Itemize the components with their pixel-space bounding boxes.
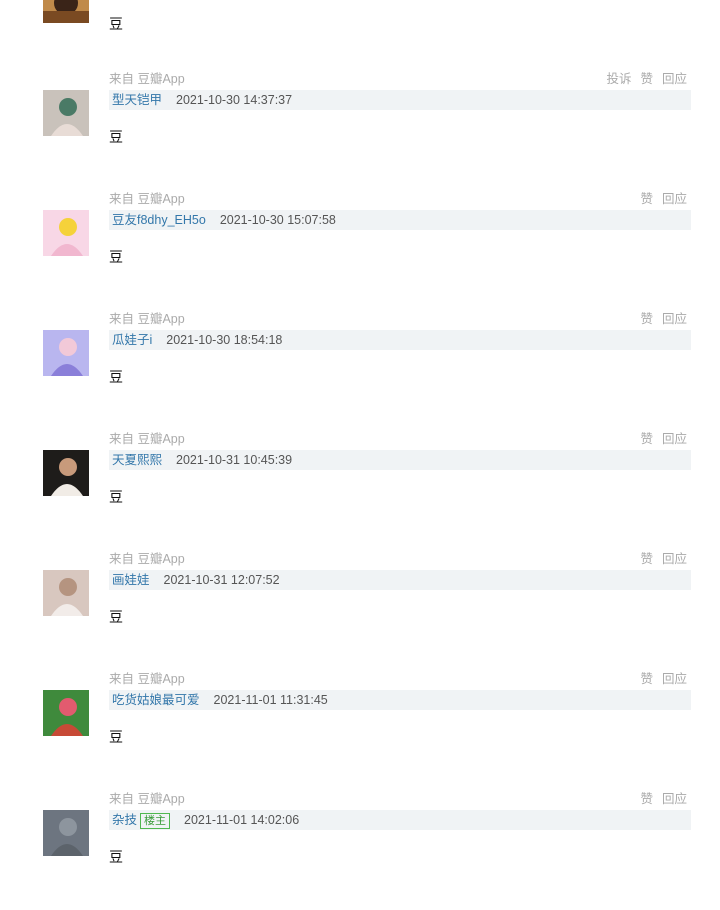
reply-button[interactable]: 回应 <box>662 72 687 86</box>
comment-item: 来自 豆瓣App 赞回应瓜娃子i 2021-10-30 18:54:18 豆 <box>0 310 720 430</box>
reply-button[interactable]: 回应 <box>662 312 687 326</box>
like-button[interactable]: 赞 <box>640 672 653 686</box>
like-button[interactable]: 赞 <box>640 192 653 206</box>
comment-meta: 天夏熙熙 2021-10-31 10:45:39 <box>109 450 691 470</box>
avatar[interactable] <box>43 450 89 496</box>
comment-content: 豆 <box>109 369 123 385</box>
comment-timestamp: 2021-10-31 10:45:39 <box>176 453 293 467</box>
op-badge: 楼主 <box>140 812 171 829</box>
comment-content: 豆 <box>109 729 123 745</box>
comment-source: 来自 豆瓣App <box>109 792 185 806</box>
comment-source: 来自 豆瓣App <box>109 72 185 86</box>
username-link[interactable]: 瓜娃子i <box>112 333 152 347</box>
avatar[interactable] <box>43 570 89 616</box>
comment-content: 豆 <box>109 849 123 865</box>
comment-timestamp: 2021-11-01 11:31:45 <box>213 693 328 707</box>
reply-button[interactable]: 回应 <box>662 792 687 806</box>
comment-content: 豆 <box>109 249 123 265</box>
reply-button[interactable]: 回应 <box>662 552 687 566</box>
report-button[interactable]: 投诉 <box>606 72 631 86</box>
like-button[interactable]: 赞 <box>640 72 653 86</box>
username-link[interactable]: 天夏熙熙 <box>112 453 162 467</box>
comment-source: 来自 豆瓣App <box>109 312 185 326</box>
comment-timestamp: 2021-10-31 12:07:52 <box>163 573 280 587</box>
comment-actions: 赞回应 <box>631 430 687 448</box>
username-link[interactable]: 豆友f8dhy_EH5o <box>112 213 206 227</box>
comment-item: 来自 豆瓣App 赞回应吃货姑娘最可爱 2021-11-01 11:31:45 豆 <box>0 670 720 790</box>
avatar[interactable] <box>43 0 89 23</box>
comment-content: 豆 <box>109 489 123 505</box>
avatar[interactable] <box>43 690 89 736</box>
reply-button[interactable]: 回应 <box>662 432 687 446</box>
comment-content: 豆 <box>109 129 123 145</box>
comment-meta: 吃货姑娘最可爱 2021-11-01 11:31:45 <box>109 690 691 710</box>
comment-source: 来自 豆瓣App <box>109 552 185 566</box>
comment-item: 来自 豆瓣App 赞回应豆友f8dhy_EH5o 2021-10-30 15:07:… <box>0 190 720 310</box>
username-link[interactable]: 吃货姑娘最可爱 <box>112 693 200 707</box>
comment-meta: 型天铠甲 2021-10-30 14:37:37 <box>109 90 691 110</box>
reply-button[interactable]: 回应 <box>662 672 687 686</box>
comment-item: 来自 豆瓣App 赞回应画娃娃 2021-10-31 12:07:52 豆 <box>0 550 720 670</box>
comment-item: 来自 豆瓣App 投诉赞回应型天铠甲 2021-10-30 14:37:37 豆 <box>0 70 720 190</box>
comment-content: 豆 <box>109 609 123 625</box>
username-link[interactable]: 型天铠甲 <box>112 93 162 107</box>
comment-actions: 赞回应 <box>631 550 687 568</box>
avatar[interactable] <box>43 90 89 136</box>
avatar[interactable] <box>43 330 89 376</box>
comment-source: 来自 豆瓣App <box>109 192 185 206</box>
comment-timestamp: 2021-11-01 14:02:06 <box>184 813 300 827</box>
comment-source: 来自 豆瓣App <box>109 672 185 686</box>
like-button[interactable]: 赞 <box>640 432 653 446</box>
comment-actions: 赞回应 <box>631 670 687 688</box>
like-button[interactable]: 赞 <box>640 312 653 326</box>
username-link[interactable]: 杂技 <box>112 813 137 827</box>
comment-actions: 赞回应 <box>631 190 687 208</box>
comment-meta: 豆友f8dhy_EH5o 2021-10-30 15:07:58 <box>109 210 691 230</box>
comment-content: 豆 <box>109 16 123 32</box>
like-button[interactable]: 赞 <box>640 792 653 806</box>
comment-actions: 赞回应 <box>631 790 687 808</box>
comment-source: 来自 豆瓣App <box>109 432 185 446</box>
reply-button[interactable]: 回应 <box>662 192 687 206</box>
like-button[interactable]: 赞 <box>640 552 653 566</box>
comment-timestamp: 2021-10-30 15:07:58 <box>219 213 336 227</box>
comment-item: 来自 豆瓣App 赞回应天夏熙熙 2021-10-31 10:45:39 豆 <box>0 430 720 550</box>
comment-meta: 瓜娃子i 2021-10-30 18:54:18 <box>109 330 691 350</box>
comment-meta: 杂技 楼主 2021-11-01 14:02:06 <box>109 810 691 830</box>
comment-actions: 赞回应 <box>631 310 687 328</box>
comment-timestamp: 2021-10-30 18:54:18 <box>166 333 283 347</box>
avatar[interactable] <box>43 810 89 856</box>
comment-timestamp: 2021-10-30 14:37:37 <box>176 93 293 107</box>
comment-item: 来自 豆瓣App 赞回应杂技 楼主 2021-11-01 14:02:06 豆 <box>0 790 720 910</box>
comment-meta: 画娃娃 2021-10-31 12:07:52 <box>109 570 691 590</box>
avatar[interactable] <box>43 210 89 256</box>
username-link[interactable]: 画娃娃 <box>112 573 150 587</box>
comment-actions: 投诉赞回应 <box>597 70 687 88</box>
